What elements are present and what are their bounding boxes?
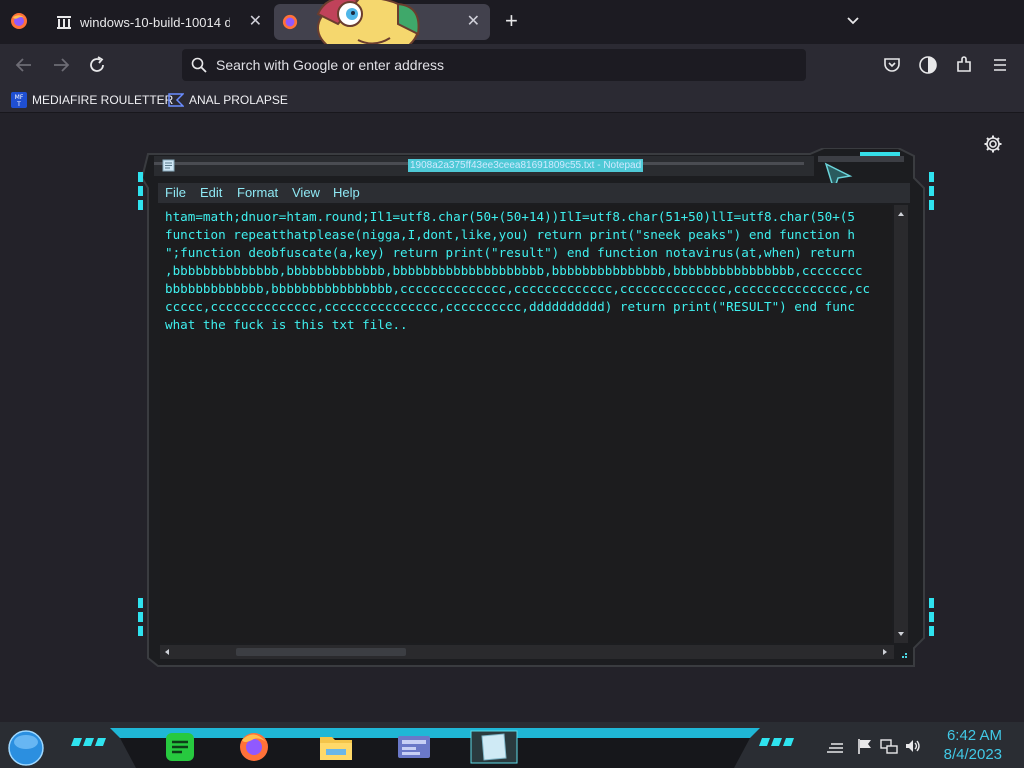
notepad-icon — [162, 159, 175, 172]
firefox-view-icon[interactable] — [10, 12, 28, 30]
tab-bar: windows-10-build-10014 directo ✕ ✕ + — [0, 0, 1024, 59]
start-button[interactable] — [8, 730, 44, 766]
taskbar-clock-time[interactable]: 6:42 AM — [940, 727, 1002, 744]
text-line: ccccc,cccccccccccccc,ccccccccccccccc,ccc… — [165, 299, 855, 314]
resize-grip-icon[interactable] — [896, 647, 908, 659]
menu-help[interactable]: Help — [333, 185, 360, 200]
gear-icon[interactable] — [983, 134, 1003, 154]
account-icon[interactable] — [917, 54, 939, 76]
url-input[interactable] — [216, 49, 776, 81]
menu-format[interactable]: Format — [237, 185, 278, 200]
scroll-thumb[interactable] — [236, 648, 406, 656]
archive-icon — [57, 16, 71, 29]
bookmark-folder-icon — [168, 93, 184, 107]
new-tab-button[interactable]: + — [505, 10, 518, 32]
firefox-icon[interactable] — [234, 730, 274, 764]
forward-arrow-icon[interactable] — [50, 54, 72, 76]
notepad-menubar: File Edit Format View Help — [158, 183, 910, 203]
menu-view[interactable]: View — [292, 185, 320, 200]
taskbar-decoration — [110, 728, 760, 768]
bookmarks-toolbar: MF T MEDIAFIRE ROULETTER ANAL PROLAPSE — [0, 86, 1024, 113]
text-line: ";function deobfuscate(a,key) return pri… — [165, 245, 855, 260]
tab-title: windows-10-build-10014 directo — [80, 14, 230, 30]
notes-app-icon[interactable] — [160, 730, 200, 764]
bookmark-label: MEDIAFIRE ROULETTER — [32, 93, 174, 107]
bookmark-label: ANAL PROLAPSE — [189, 93, 288, 107]
menu-edit[interactable]: Edit — [200, 185, 222, 200]
text-line: ,bbbbbbbbbbbbbb,bbbbbbbbbbbbb,bbbbbbbbbb… — [165, 263, 863, 278]
taskbar-lights-right — [759, 738, 794, 746]
menu-file[interactable]: File — [165, 185, 186, 200]
chevron-down-icon[interactable] — [845, 12, 861, 28]
horizontal-scrollbar[interactable] — [160, 645, 894, 659]
text-line: what the fuck is this txt file.. — [165, 317, 408, 332]
search-icon — [191, 57, 207, 73]
menu-icon[interactable] — [989, 54, 1011, 76]
text-line: htam=math;dnuor=htam.round;Il1=utf8.char… — [165, 209, 855, 224]
bookmark-mediafire[interactable]: MF T MEDIAFIRE ROULETTER — [11, 90, 173, 110]
extensions-icon[interactable] — [953, 54, 975, 76]
taskbar-clock-date[interactable]: 8/4/2023 — [936, 746, 1002, 763]
svg-text:MF: MF — [15, 94, 24, 101]
url-bar[interactable] — [182, 49, 806, 81]
back-arrow-icon[interactable] — [13, 54, 35, 76]
pocket-icon[interactable] — [881, 54, 903, 76]
mediafire-icon: MF T — [11, 92, 27, 108]
volume-icon[interactable] — [904, 737, 922, 755]
window-title: 1908a2a375ff43ee3ceea81691809c55.txt - N… — [408, 159, 644, 172]
notepad-icon[interactable] — [470, 730, 518, 764]
network-icon[interactable] — [880, 737, 898, 755]
text-line: function repeatthatplease(nigga,I,dont,l… — [165, 227, 855, 242]
text-line: bbbbbbbbbbbbb,bbbbbbbbbbbbbbbb,ccccccccc… — [165, 281, 871, 296]
reload-icon[interactable] — [86, 54, 108, 76]
control-panel-icon[interactable] — [394, 730, 434, 764]
scroll-right-icon[interactable] — [878, 645, 892, 659]
bookmark-anal-prolapse[interactable]: ANAL PROLAPSE — [168, 90, 288, 110]
file-explorer-icon[interactable] — [316, 730, 356, 764]
close-icon[interactable]: ✕ — [249, 13, 262, 31]
text-editor-area[interactable]: htam=math;dnuor=htam.round;Il1=utf8.char… — [160, 205, 892, 643]
scroll-up-icon[interactable] — [894, 207, 908, 221]
scroll-left-icon[interactable] — [160, 645, 174, 659]
tray-overflow-icon[interactable] — [826, 737, 844, 755]
vertical-scrollbar[interactable] — [894, 205, 908, 643]
taskbar-lights-left — [71, 738, 106, 746]
tab-archive[interactable]: windows-10-build-10014 directo ✕ — [44, 4, 272, 40]
svg-text:T: T — [16, 101, 21, 108]
close-icon[interactable]: ✕ — [467, 13, 480, 31]
firefox-icon — [282, 14, 298, 30]
scroll-down-icon[interactable] — [894, 627, 908, 641]
flag-icon[interactable] — [856, 737, 874, 755]
